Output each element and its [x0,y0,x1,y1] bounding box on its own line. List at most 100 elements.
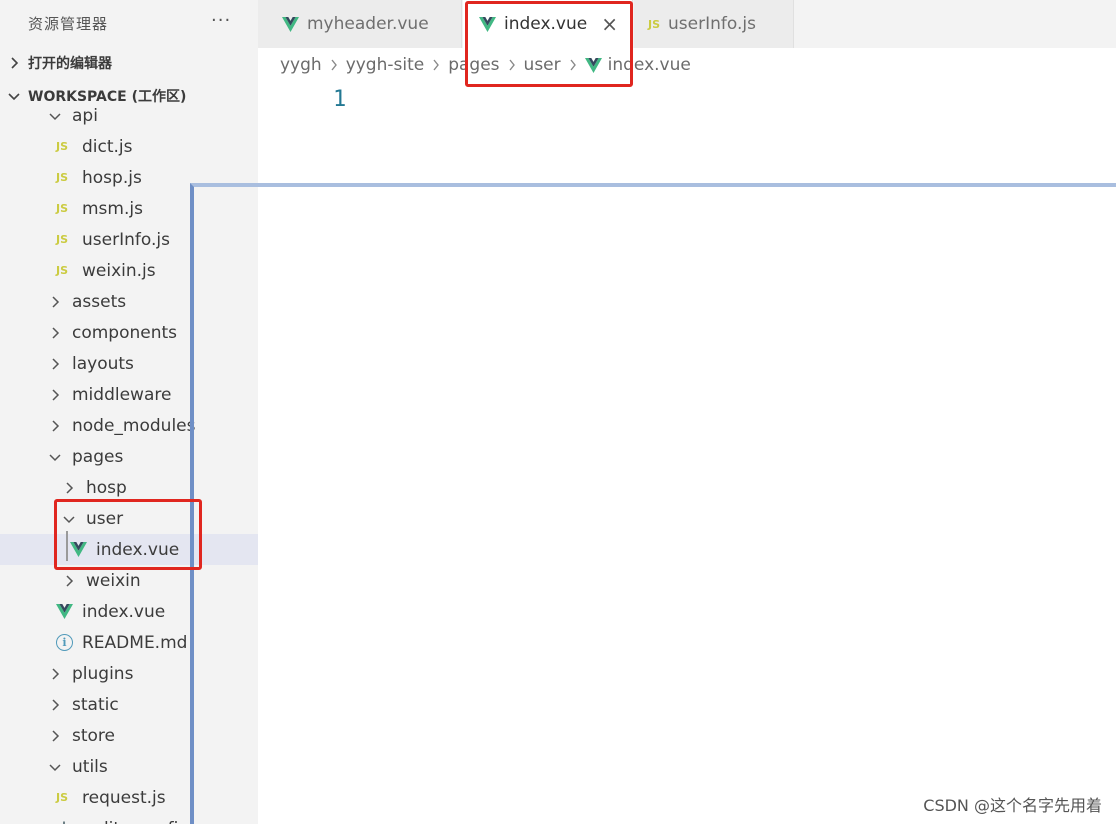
js-icon: JS [56,791,69,804]
tree-item-label: api [72,105,98,126]
tree-item-label: hosp [86,477,127,498]
chevron-down-icon [62,512,76,526]
chevron-right-icon [330,59,338,71]
file-item[interactable]: .editorconfig [0,813,258,824]
js-icon: JS [56,233,69,246]
file-item[interactable]: JS dict.js [0,131,258,162]
js-icon: JS [56,140,69,153]
tab-index-vue[interactable]: index.vue × [463,0,633,48]
tree-item-label: assets [72,291,127,312]
tree-item-label: request.js [82,787,166,808]
tree-item-label: utils [72,756,108,777]
vue-icon [282,16,299,32]
vue-icon [584,57,602,73]
folder-item[interactable]: store [0,720,258,751]
folder-item[interactable]: layouts [0,348,258,379]
tab-myheader-vue[interactable]: myheader.vue [258,0,462,48]
tree-item-label: dict.js [82,136,133,157]
folder-item[interactable]: node_modules [0,410,258,441]
chevron-right-icon [48,357,62,371]
file-item[interactable]: JS userInfo.js [0,224,258,255]
tab-label: userInfo.js [668,14,756,34]
js-icon: JS [56,264,69,277]
explorer-title: 资源管理器 [28,14,109,33]
file-item[interactable]: i README.md [0,627,258,658]
file-item[interactable]: index.vue [0,596,258,627]
chevron-right-icon [48,419,62,433]
chevron-right-icon [569,59,577,71]
folder-item[interactable]: hosp [0,472,258,503]
vue-icon [56,604,78,619]
chevron-down-icon [48,760,62,774]
chevron-right-icon [48,388,62,402]
chevron-right-icon [62,481,76,495]
chevron-right-icon [0,57,28,69]
file-item[interactable]: JS hosp.js [0,162,258,193]
tree-item-label: middleware [72,384,172,405]
tree-item-label: README.md [82,632,188,653]
chevron-right-icon [48,326,62,340]
file-item[interactable]: JS weixin.js [0,255,258,286]
tree-item-label: user [86,508,124,529]
folder-item[interactable]: static [0,689,258,720]
tree-item-label: userInfo.js [82,229,170,250]
breadcrumb-item[interactable]: yygh-site [346,55,425,75]
folder-item[interactable]: assets [0,286,258,317]
tree-item-label: store [72,725,115,746]
tree-item-label: node_modules [72,415,196,436]
overlay-window-frame [190,183,1116,824]
open-editors-section[interactable]: 打开的编辑器 [0,48,258,78]
folder-item[interactable]: weixin [0,565,258,596]
tree-item-label: pages [72,446,124,467]
chevron-right-icon [48,295,62,309]
folder-item[interactable]: plugins [0,658,258,689]
folder-item[interactable]: components [0,317,258,348]
tree-item-label: msm.js [82,198,143,219]
editor-tab-bar: myheader.vue index.vue × JS userInfo.js [258,0,1116,48]
file-item[interactable]: JS request.js [0,782,258,813]
folder-item[interactable]: pages [0,441,258,472]
chevron-down-icon [48,450,62,464]
tree-item-label: weixin [86,570,141,591]
breadcrumb-item[interactable]: pages [448,55,499,75]
folder-item[interactable]: middleware [0,379,258,410]
folder-item[interactable]: user [0,503,258,534]
open-editors-label: 打开的编辑器 [28,56,112,72]
tab-userinfo-js[interactable]: JS userInfo.js [634,0,794,48]
line-number: 1 [333,87,347,112]
chevron-right-icon [508,59,516,71]
chevron-right-icon [48,729,62,743]
tree-item-label: static [72,694,119,715]
file-item[interactable]: JS msm.js [0,193,258,224]
chevron-right-icon [48,698,62,712]
close-icon[interactable]: × [601,12,618,36]
folder-item[interactable]: utils [0,751,258,782]
file-item[interactable]: index.vue [0,534,258,565]
folder-item[interactable]: api [0,100,258,131]
gear-icon [56,821,78,824]
breadcrumb-item[interactable]: index.vue [608,55,691,75]
breadcrumb-item[interactable]: yygh [280,55,322,75]
watermark: CSDN @这个名字先用着 [923,796,1102,815]
js-icon: JS [56,202,69,215]
tree-item-label: index.vue [82,601,166,622]
tab-label: index.vue [504,14,588,34]
tree-item-label: index.vue [96,539,180,560]
tree-item-label: weixin.js [82,260,156,281]
js-icon: JS [648,17,661,31]
js-icon: JS [56,171,69,184]
tree-item-label: components [72,322,178,343]
breadcrumb-item[interactable]: user [524,55,561,75]
vue-icon [479,16,496,32]
vue-icon [70,542,92,557]
more-actions-icon[interactable]: ··· [211,10,231,31]
breadcrumb: yygh yygh-site pages user index.vue [280,52,691,78]
tree-item-label: hosp.js [82,167,142,188]
tree-item-label: plugins [72,663,134,684]
tab-label: myheader.vue [307,14,429,34]
chevron-right-icon [432,59,440,71]
chevron-right-icon [62,574,76,588]
tree-item-label: layouts [72,353,134,374]
chevron-down-icon [48,109,62,123]
explorer-sidebar: 资源管理器 ··· 打开的编辑器 WORKSPACE (工作区) api JS di… [0,0,258,824]
